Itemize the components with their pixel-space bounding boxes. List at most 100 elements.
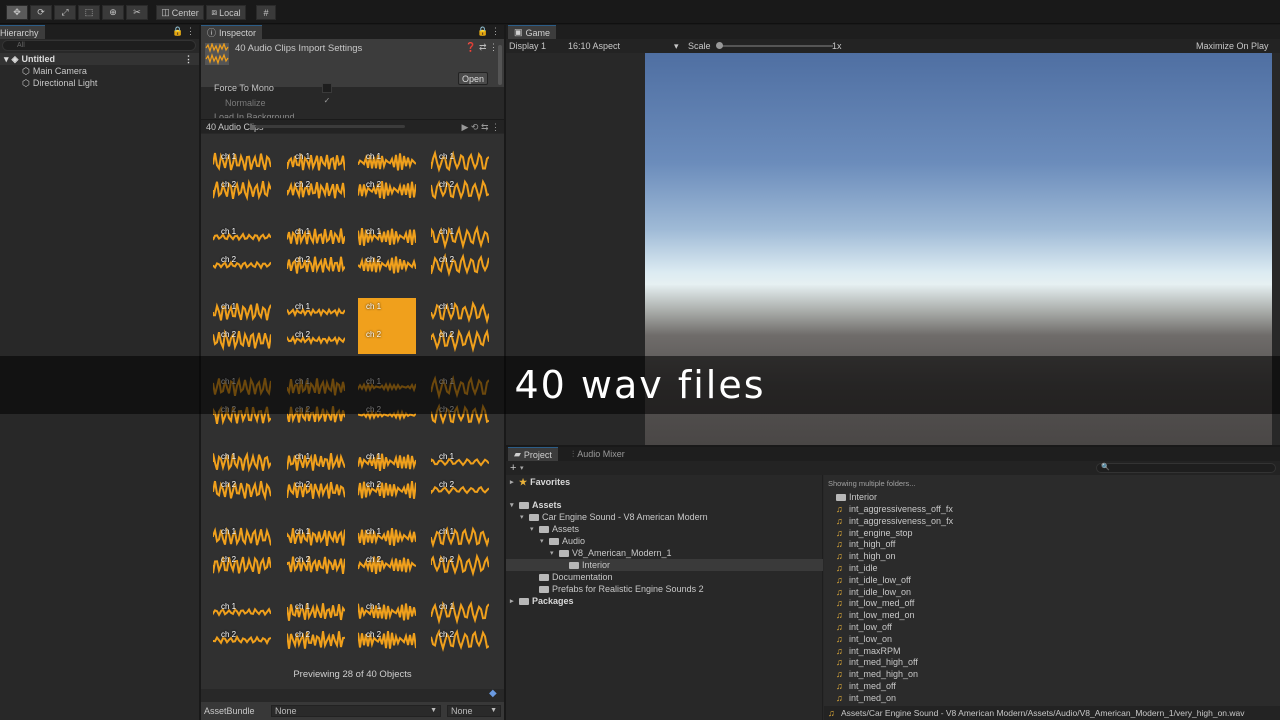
list-item[interactable]: ♫ int_med_high_off — [836, 656, 918, 668]
tab-inspector[interactable]: ⓘ Inspector — [201, 25, 263, 39]
list-item[interactable]: ♫ int_high_off — [836, 538, 895, 550]
open-button[interactable]: Open — [458, 72, 488, 85]
inspector-scrollbar[interactable] — [498, 45, 502, 85]
aspect-dropdown[interactable]: 16:10 Aspect — [568, 41, 620, 51]
audio-clip-thumbnail[interactable]: ch 1 ch 2 — [213, 298, 271, 354]
chevron-down-icon: ▾ — [520, 465, 524, 472]
list-item[interactable]: ♫ int_idle_low_off — [836, 574, 911, 586]
list-item[interactable]: ♫ int_low_on — [836, 633, 892, 645]
scale-slider-handle[interactable] — [716, 42, 723, 49]
transform-tool-button[interactable]: ⊕ — [102, 5, 124, 20]
chevron-icon[interactable]: ▾ — [510, 501, 519, 509]
add-asset-button[interactable]: + — [510, 462, 516, 474]
tree-item[interactable]: Prefabs for Realistic Engine Sounds 2 — [506, 583, 823, 595]
audio-clip-thumbnail[interactable]: ch 1 ch 2 — [431, 523, 489, 579]
pivot-center-button[interactable]: ◫ Center — [156, 5, 204, 20]
inspector-header-icons[interactable]: ❓ ⇄ ⋮ — [465, 42, 498, 53]
audio-clip-thumbnail[interactable]: ch 1 ch 2 — [358, 598, 416, 654]
audio-clip-thumbnail[interactable]: ch 1 ch 2 — [358, 223, 416, 279]
chevron-icon[interactable]: ▾ — [550, 549, 559, 557]
list-item[interactable]: ♫ int_engine_stop — [836, 527, 913, 539]
scale-tool-button[interactable]: ⤢ — [54, 5, 76, 20]
audio-clip-thumbnail[interactable]: ch 1 ch 2 — [431, 598, 489, 654]
scene-row[interactable]: ▾ ◈ Untitled ⋮ — [0, 53, 199, 65]
hierarchy-item-directional-light[interactable]: ⬡ Directional Light — [0, 77, 199, 89]
chevron-icon[interactable]: ▸ — [510, 478, 519, 486]
asset-variant-dropdown[interactable]: None ▼ — [447, 705, 501, 717]
audio-clip-thumbnail[interactable]: ch 1 ch 2 — [431, 223, 489, 279]
audio-clip-thumbnail[interactable]: ch 1 ch 2 — [358, 298, 416, 354]
tree-item[interactable]: ▾ Audio — [506, 535, 823, 547]
move-tool-button[interactable]: ✥ — [6, 5, 28, 20]
rotate-tool-button[interactable]: ⟳ — [30, 5, 52, 20]
audio-clip-thumbnail[interactable]: ch 1 ch 2 — [213, 148, 271, 204]
list-item[interactable]: ♫ int_aggressiveness_on_fx — [836, 515, 953, 527]
normalize-checkbox[interactable]: ✓ — [322, 97, 332, 107]
tree-item[interactable]: ▾ Assets — [506, 523, 823, 535]
scene-menu-icon[interactable]: ⋮ — [184, 54, 193, 65]
audio-clip-thumbnail[interactable]: ch 1 ch 2 — [287, 148, 345, 204]
audio-clip-thumbnail[interactable]: ch 1 ch 2 — [287, 598, 345, 654]
hierarchy-search-input[interactable]: All — [2, 40, 196, 51]
tree-item[interactable]: ▾ Car Engine Sound - V8 American Modern — [506, 511, 823, 523]
audio-clip-thumbnail[interactable]: ch 1 ch 2 — [213, 523, 271, 579]
list-item[interactable]: ♫ int_low_off — [836, 621, 892, 633]
inspector-menu-icon[interactable]: 🔒 ⋮ — [477, 26, 500, 37]
scale-slider[interactable] — [718, 45, 833, 47]
tree-item[interactable]: ▾ V8_American_Modern_1 — [506, 547, 823, 559]
asset-bundle-dropdown[interactable]: None ▼ — [271, 705, 441, 717]
audio-clip-thumbnail[interactable]: ch 1 ch 2 — [358, 448, 416, 504]
star-icon: ★ — [519, 476, 528, 487]
list-item[interactable]: ♫ int_idle_low_on — [836, 586, 911, 598]
audio-clip-thumbnail[interactable]: ch 1 ch 2 — [287, 223, 345, 279]
chevron-icon[interactable]: ▸ — [510, 597, 519, 605]
tree-item[interactable]: ▸ Packages — [506, 595, 823, 607]
tree-item-label: Car Engine Sound - V8 American Modern — [542, 512, 708, 522]
audio-clip-thumbnail[interactable]: ch 1 ch 2 — [287, 448, 345, 504]
list-folder-interior[interactable]: Interior — [836, 491, 877, 503]
clips-scrollbar[interactable] — [255, 125, 405, 128]
pivot-local-button[interactable]: ⧈ Local — [206, 5, 246, 20]
list-item[interactable]: ♫ int_low_med_off — [836, 597, 914, 609]
list-item[interactable]: ♫ int_aggressiveness_off_fx — [836, 503, 953, 515]
hierarchy-item-main-camera[interactable]: ⬡ Main Camera — [0, 65, 199, 77]
tree-item[interactable]: ▸ ★ Favorites — [506, 476, 823, 488]
audio-clip-thumbnail[interactable]: ch 1 ch 2 — [358, 148, 416, 204]
list-item[interactable]: ♫ int_high_on — [836, 550, 896, 562]
list-item[interactable]: ♫ int_low_med_on — [836, 609, 915, 621]
custom-tool-button[interactable]: ✂ — [126, 5, 148, 20]
tab-hierarchy[interactable]: Hierarchy — [0, 25, 45, 39]
tree-item[interactable]: ▾ Assets — [506, 499, 823, 511]
tab-game[interactable]: ▣ Game — [508, 25, 557, 39]
list-item[interactable]: ♫ int_idle — [836, 562, 878, 574]
rect-tool-button[interactable]: ⬚ — [78, 5, 100, 20]
list-item[interactable]: ♫ int_maxRPM — [836, 645, 901, 657]
maximize-on-play-toggle[interactable]: Maximize On Play — [1196, 41, 1269, 51]
list-item[interactable]: ♫ int_med_high_on — [836, 668, 918, 680]
tab-project[interactable]: ▰ Project — [508, 447, 558, 461]
list-item[interactable]: ♫ int_med_off — [836, 680, 896, 692]
grid-snap-button[interactable]: # — [256, 5, 276, 20]
chevron-icon[interactable]: ▾ — [530, 525, 539, 533]
chevron-icon[interactable]: ▾ — [540, 537, 549, 545]
clip-play-controls[interactable]: ▶ ⟲ ⇆ ⋮ — [461, 122, 500, 133]
tree-item[interactable]: Interior — [506, 559, 823, 571]
hierarchy-menu-icon[interactable]: 🔒 ⋮ — [172, 26, 195, 37]
chevron-icon[interactable]: ▾ — [520, 513, 529, 521]
audio-clip-thumbnail[interactable]: ch 1 ch 2 — [287, 298, 345, 354]
display-dropdown[interactable]: Display 1 — [509, 41, 546, 51]
audio-clip-thumbnail[interactable]: ch 1 ch 2 — [431, 448, 489, 504]
project-search-input[interactable]: 🔍 — [1096, 463, 1276, 473]
tree-item[interactable]: Documentation — [506, 571, 823, 583]
force-to-mono-checkbox[interactable] — [322, 83, 332, 93]
audio-clip-thumbnail[interactable]: ch 1 ch 2 — [431, 148, 489, 204]
tab-audio-mixer[interactable]: ⫶ Audio Mixer — [566, 447, 631, 461]
audio-clip-thumbnail[interactable]: ch 1 ch 2 — [213, 223, 271, 279]
list-item[interactable]: ♫ int_med_on — [836, 692, 896, 704]
audio-clip-thumbnail[interactable]: ch 1 ch 2 — [358, 523, 416, 579]
audio-clip-thumbnail[interactable]: ch 1 ch 2 — [213, 448, 271, 504]
audio-clip-thumbnail[interactable]: ch 1 ch 2 — [431, 298, 489, 354]
channel-label: ch 2 — [221, 255, 237, 264]
audio-clip-thumbnail[interactable]: ch 1 ch 2 — [287, 523, 345, 579]
audio-clip-thumbnail[interactable]: ch 1 ch 2 — [213, 598, 271, 654]
